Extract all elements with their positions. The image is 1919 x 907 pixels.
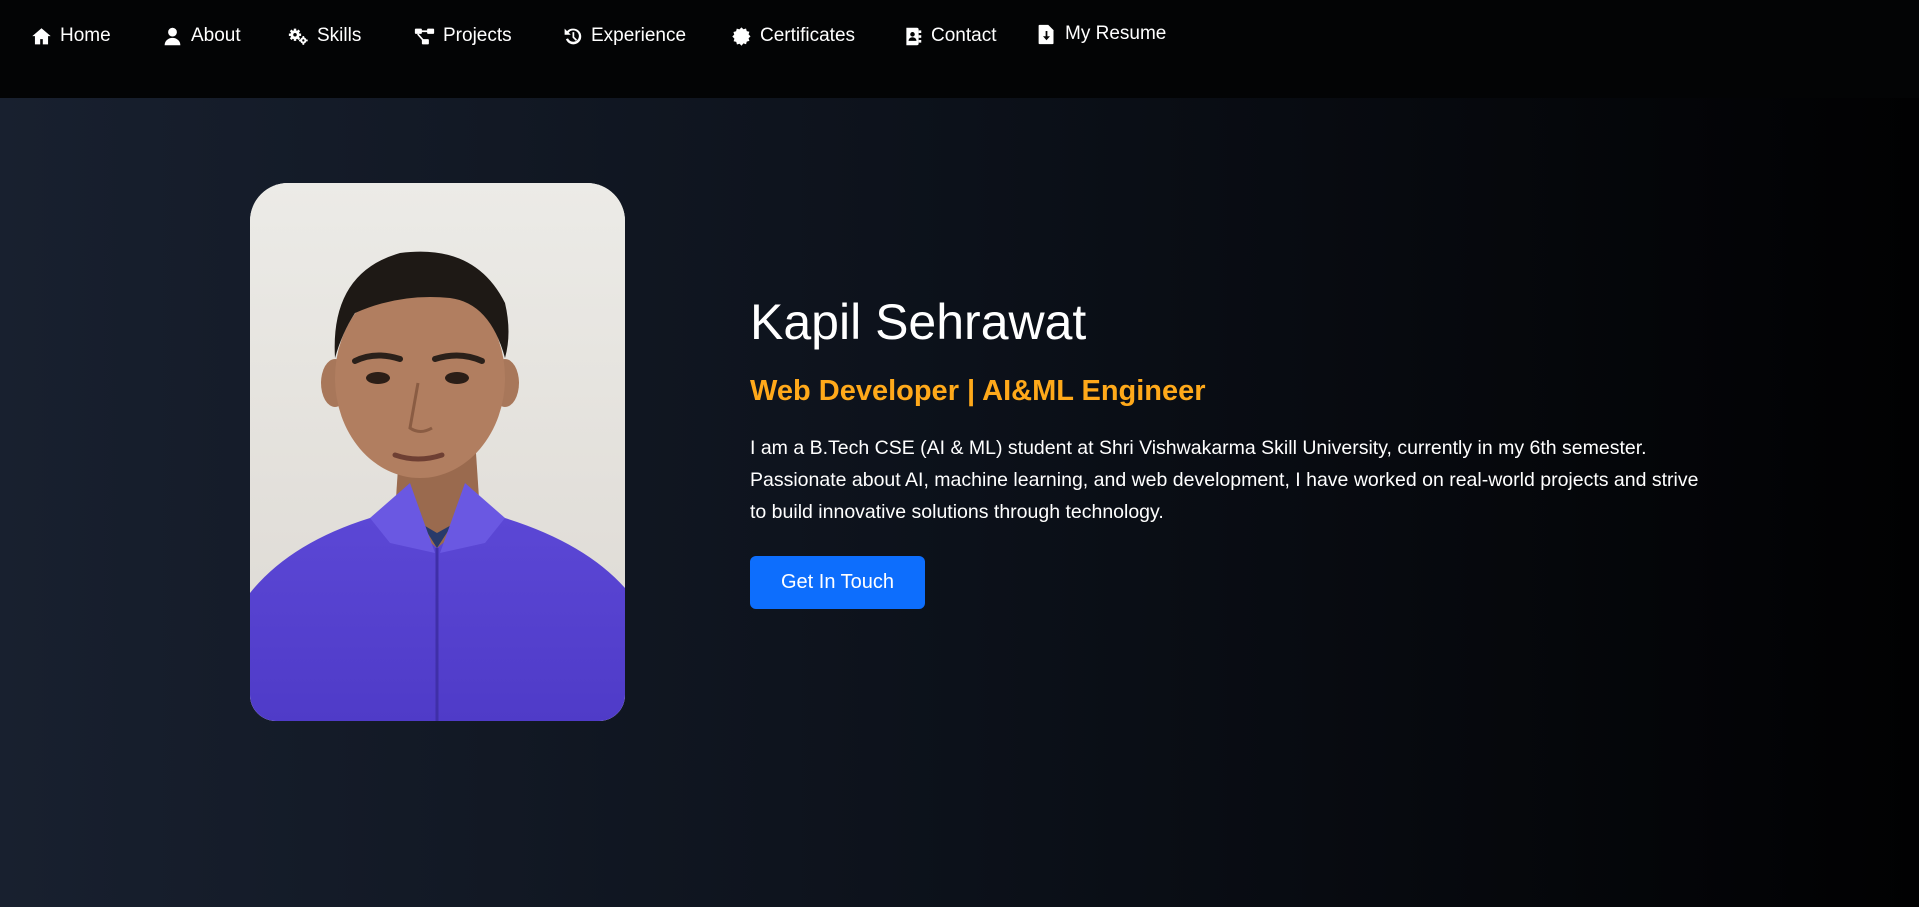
nav-resume-label: My Resume [1065,23,1167,44]
nav-contact[interactable]: Contact [902,24,996,48]
file-download-icon [1038,24,1054,44]
nav-contact-label: Contact [931,25,997,46]
hero-name: Kapil Sehrawat [750,294,1087,350]
history-icon [564,28,582,44]
nav-certificates-label: Certificates [760,25,856,46]
navbar: Home About Skills Projects Experience Ce… [0,0,1919,98]
user-icon [164,27,181,45]
nav-about[interactable]: About [162,24,241,48]
nav-certificates[interactable]: Certificates [731,24,855,48]
nav-skills[interactable]: Skills [288,24,361,48]
certificate-icon [732,26,751,46]
nav-experience-label: Experience [591,25,687,46]
nav-about-label: About [191,25,241,46]
address-book-icon [906,27,922,45]
nav-experience[interactable]: Experience [562,24,686,48]
hero-role: Web Developer | AI&ML Engineer [750,375,1206,407]
home-icon [32,27,51,44]
nav-resume[interactable]: My Resume [1036,22,1166,46]
nav-projects[interactable]: Projects [414,24,512,48]
nav-projects-label: Projects [443,25,512,46]
hero-bio: I am a B.Tech CSE (AI & ML) student at S… [750,437,1699,523]
project-diagram-icon [414,28,435,44]
get-in-touch-button[interactable]: Get In Touch [750,556,925,609]
nav-skills-label: Skills [317,25,362,46]
gears-icon [288,28,308,45]
nav-home[interactable]: Home [31,24,111,48]
nav-home-label: Home [60,25,111,46]
profile-photo [250,183,625,721]
